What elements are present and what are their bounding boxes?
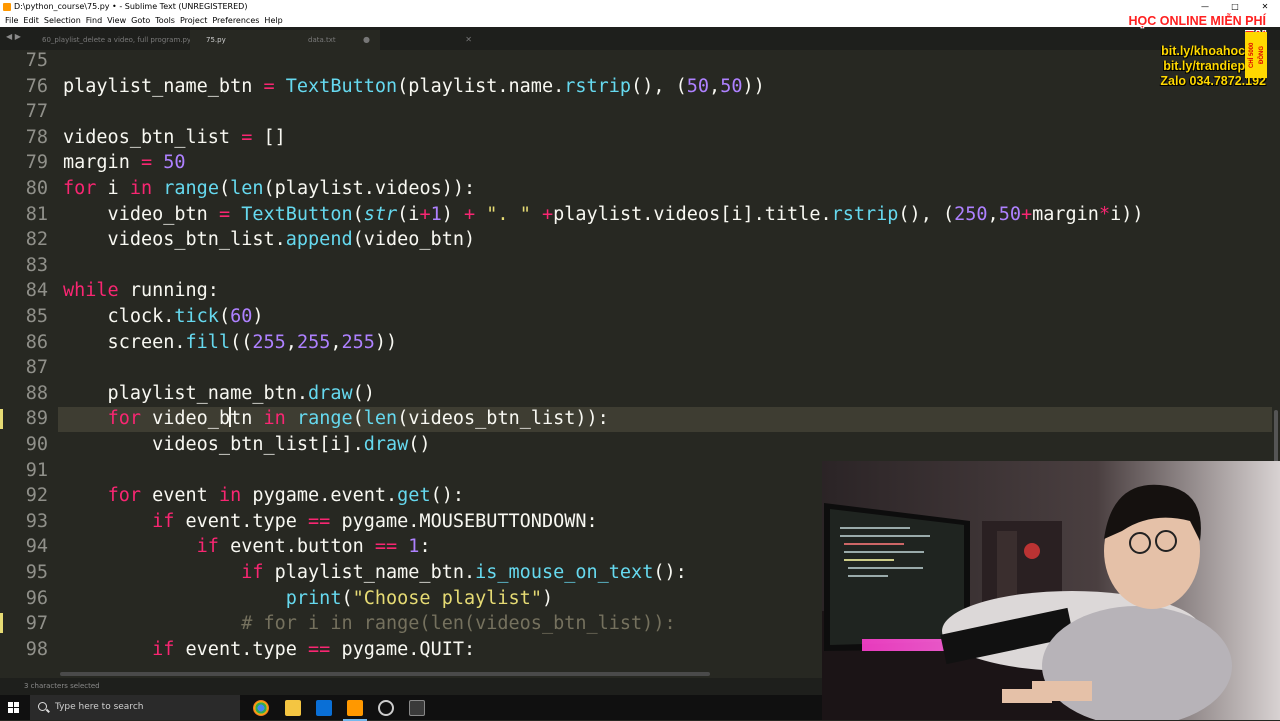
code-line[interactable]: for i in range(len(playlist.videos)):	[63, 176, 475, 202]
tab-nav-arrows-icon[interactable]: ◀ ▶	[6, 32, 21, 41]
mail-icon[interactable]	[316, 700, 332, 716]
menu-help[interactable]: Help	[264, 14, 282, 27]
code-line[interactable]: # for i in range(len(videos_btn_list)):	[63, 611, 675, 637]
menu-find[interactable]: Find	[86, 14, 102, 27]
line-number: 83	[25, 255, 48, 276]
code-line[interactable]: margin = 50	[63, 150, 186, 176]
tab-label: 75.py	[206, 36, 226, 44]
windows-start-icon[interactable]	[8, 702, 20, 714]
webcam-overlay	[822, 461, 1280, 720]
line-number: 82	[25, 229, 48, 250]
line-number: 90	[25, 434, 48, 455]
promo-line-4: Zalo 034.7872.192	[1160, 74, 1266, 88]
tab-bar: ◀ ▶ 60_playlist_delete a video, full pro…	[0, 27, 1280, 50]
code-line[interactable]: if event.type == pygame.MOUSEBUTTONDOWN:	[63, 509, 598, 535]
line-number: 77	[25, 101, 48, 122]
line-number: 84	[25, 280, 48, 301]
taskbar-search-input[interactable]: Type here to search	[30, 695, 240, 720]
title-bar: D:\python_course\75.py • - Sublime Text …	[0, 0, 1280, 14]
code-line[interactable]: print("Choose playlist")	[63, 586, 553, 612]
search-placeholder: Type here to search	[55, 702, 144, 712]
line-number: 75	[25, 50, 48, 71]
code-line[interactable]: if playlist_name_btn.is_mouse_on_text():	[63, 560, 687, 586]
text-caret	[229, 407, 232, 427]
status-text: 3 characters selected	[24, 682, 100, 690]
line-number: 85	[25, 306, 48, 327]
menu-selection[interactable]: Selection	[44, 14, 81, 27]
line-number: 97	[25, 613, 48, 634]
menu-preferences[interactable]: Preferences	[212, 14, 259, 27]
line-number: 87	[25, 357, 48, 378]
code-line[interactable]: if event.button == 1:	[63, 534, 431, 560]
line-number: 96	[25, 588, 48, 609]
code-line[interactable]: while running:	[63, 278, 219, 304]
tab-playlist-program[interactable]: 60_playlist_delete a video, full program…	[26, 30, 216, 50]
menu-edit[interactable]: Edit	[23, 14, 39, 27]
sublime-app-icon	[3, 3, 11, 11]
promo-overlay: HỌC ONLINE MIỄN PHÍ TẠI bit.ly/khoahoc20…	[1106, 14, 1266, 89]
menu-project[interactable]: Project	[180, 14, 207, 27]
code-line[interactable]: video_btn = TextButton(str(i+1) + ". " +…	[63, 202, 1144, 228]
scrollbar-thumb[interactable]	[60, 672, 710, 676]
minimize-icon[interactable]: —	[1190, 0, 1220, 14]
tab-label: 60_playlist_delete a video, full program…	[42, 36, 192, 44]
promo-line-1: HỌC ONLINE MIỄN PHÍ TẠI	[1128, 14, 1266, 43]
menu-goto[interactable]: Goto	[131, 14, 150, 27]
chrome-icon[interactable]	[253, 700, 269, 716]
code-line[interactable]: for video_btn in range(len(videos_btn_li…	[63, 406, 609, 432]
menu-file[interactable]: File	[5, 14, 18, 27]
modified-line-marker	[0, 409, 3, 429]
line-number: 80	[25, 178, 48, 199]
webcam-image	[822, 461, 1280, 720]
line-number: 88	[25, 383, 48, 404]
menu-view[interactable]: View	[107, 14, 126, 27]
code-line[interactable]: videos_btn_list = []	[63, 125, 286, 151]
close-icon[interactable]: ✕	[1250, 0, 1280, 14]
code-line[interactable]: clock.tick(60)	[63, 304, 264, 330]
line-number: 76	[25, 76, 48, 97]
line-number: 95	[25, 562, 48, 583]
line-number: 81	[25, 204, 48, 225]
line-number: 91	[25, 460, 48, 481]
code-line[interactable]: playlist_name_btn = TextButton(playlist.…	[63, 74, 765, 100]
line-number: 94	[25, 536, 48, 557]
line-number: 89	[25, 408, 48, 429]
line-number: 78	[25, 127, 48, 148]
code-line[interactable]: if event.type == pygame.QUIT:	[63, 637, 475, 663]
search-icon	[38, 702, 47, 711]
line-number: 86	[25, 332, 48, 353]
modified-line-marker	[0, 613, 3, 633]
window-title: D:\python_course\75.py • - Sublime Text …	[14, 2, 248, 11]
sublime-taskbar-icon[interactable]	[343, 700, 367, 721]
menu-bar: File Edit Selection Find View Goto Tools Projec…	[0, 14, 1280, 27]
tab-data-txt[interactable]: data.txt ✕	[292, 30, 482, 50]
line-number: 92	[25, 485, 48, 506]
terminal-icon[interactable]	[409, 700, 425, 716]
obs-icon[interactable]	[378, 700, 394, 716]
line-number: 93	[25, 511, 48, 532]
line-number-gutter: 75 76 77 78 79 80 81 82 83 84 85 86 87 88 89 90 91 92 93 94…	[0, 50, 58, 670]
promo-line-3: bit.ly/trandiep20k	[1163, 59, 1266, 73]
code-line[interactable]: videos_btn_list.append(video_btn)	[63, 227, 476, 253]
line-number: 98	[25, 639, 48, 660]
menu-tools[interactable]: Tools	[155, 14, 175, 27]
code-line[interactable]: screen.fill((255,255,255))	[63, 330, 398, 356]
code-line[interactable]: playlist_name_btn.draw()	[63, 381, 375, 407]
code-line[interactable]: videos_btn_list[i].draw()	[63, 432, 430, 458]
tab-label: data.txt	[308, 36, 336, 44]
promo-line-2: bit.ly/khoahoc20k	[1161, 44, 1266, 58]
file-explorer-icon[interactable]	[285, 700, 301, 716]
maximize-icon[interactable]: □	[1220, 0, 1250, 14]
tab-close-icon[interactable]: ✕	[465, 30, 472, 50]
promo-side-badge: CHỈ 5000 ĐỒNG	[1245, 32, 1267, 78]
line-number: 79	[25, 152, 48, 173]
code-line[interactable]: for event in pygame.event.get():	[63, 483, 464, 509]
